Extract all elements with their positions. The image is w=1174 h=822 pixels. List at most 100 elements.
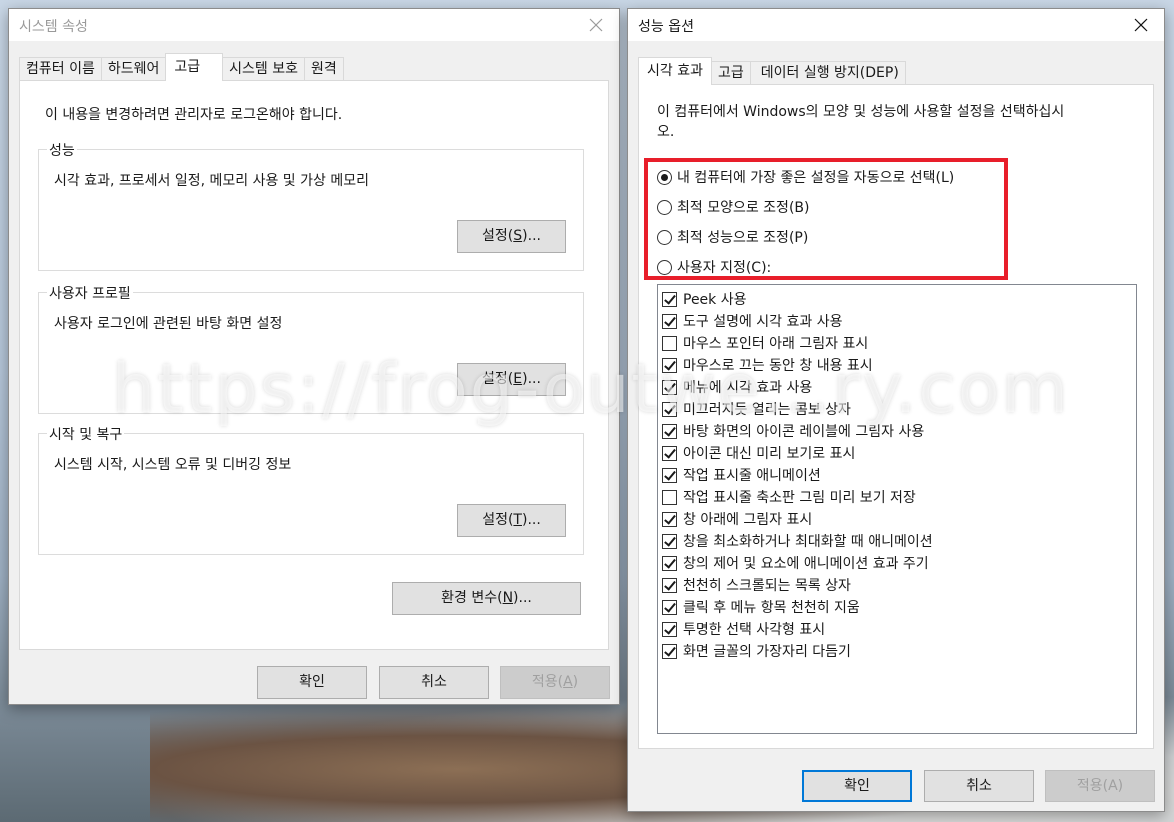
description-text: 이 컴퓨터에서 Windows의 모양 및 성능에 사용할 설정을 선택하십시 …	[657, 102, 1064, 142]
startup-recovery-description: 시스템 시작, 시스템 오류 및 디버깅 정보	[54, 457, 292, 473]
effect-checkbox-row[interactable]: Peek 사용	[662, 289, 747, 309]
radio-best-appearance[interactable]: 최적 모양으로 조정(B)	[657, 197, 809, 217]
apply-button[interactable]: 적용(A)	[500, 666, 610, 699]
checkbox-label: 미끄러지듯 열리는 콤보 상자	[683, 402, 851, 418]
close-button[interactable]	[1118, 9, 1164, 41]
checkbox[interactable]	[662, 511, 677, 527]
checkbox-label: 작업 표시줄 애니메이션	[683, 468, 821, 484]
checkbox-label: 마우스 포인터 아래 그림자 표시	[683, 336, 869, 352]
system-properties-window: 시스템 속성 컴퓨터 이름 하드웨어 고급 시스템 보호 원격 이 내용을 변경…	[8, 8, 620, 705]
checkbox[interactable]	[662, 621, 677, 637]
effect-checkbox-row[interactable]: 미끄러지듯 열리는 콤보 상자	[662, 399, 851, 419]
user-profiles-settings-button[interactable]: 설정(E)...	[457, 363, 566, 396]
checkbox-label: 화면 글꼴의 가장자리 다듬기	[683, 644, 851, 660]
checkbox[interactable]	[662, 489, 677, 505]
visual-effects-list[interactable]: Peek 사용도구 설명에 시각 효과 사용마우스 포인터 아래 그림자 표시마…	[657, 284, 1137, 734]
window-title: 시스템 속성	[19, 19, 88, 35]
checkbox-label: 메뉴에 시각 효과 사용	[683, 380, 813, 396]
user-profiles-group-title: 사용자 프로필	[47, 283, 133, 303]
effect-checkbox-row[interactable]: 메뉴에 시각 효과 사용	[662, 377, 812, 397]
effect-checkbox-row[interactable]: 마우스로 끄는 동안 창 내용 표시	[662, 355, 873, 375]
checkbox[interactable]	[662, 335, 677, 351]
checkbox-label: Peek 사용	[683, 292, 747, 308]
checkbox-label: 천천히 스크롤되는 목록 상자	[683, 578, 851, 594]
tab-advanced[interactable]: 고급	[710, 61, 751, 85]
checkbox[interactable]	[662, 401, 677, 417]
effect-checkbox-row[interactable]: 투명한 선택 사각형 표시	[662, 619, 825, 639]
radio-custom[interactable]: 사용자 지정(C):	[657, 257, 771, 277]
checkbox[interactable]	[662, 379, 677, 395]
description-line-1: 이 컴퓨터에서 Windows의 모양 및 성능에 사용할 설정을 선택하십시	[657, 104, 1065, 120]
tab-remote[interactable]: 원격	[304, 57, 344, 81]
tab-dep[interactable]: 데이터 실행 방지(DEP)	[749, 61, 906, 85]
checkbox-label: 아이콘 대신 미리 보기로 표시	[683, 446, 856, 462]
effect-checkbox-row[interactable]: 창 아래에 그림자 표시	[662, 509, 812, 529]
radio-indicator	[657, 259, 672, 275]
checkbox[interactable]	[662, 599, 677, 615]
performance-group-title: 성능	[47, 140, 77, 160]
ok-button[interactable]: 확인	[802, 770, 912, 802]
checkbox[interactable]	[662, 291, 677, 307]
checkbox[interactable]	[662, 555, 677, 571]
title-bar[interactable]: 시스템 속성	[9, 9, 619, 41]
performance-description: 시각 효과, 프로세서 일정, 메모리 사용 및 가상 메모리	[54, 173, 369, 189]
close-button[interactable]	[573, 9, 619, 41]
effect-checkbox-row[interactable]: 천천히 스크롤되는 목록 상자	[662, 575, 851, 595]
checkbox-label: 도구 설명에 시각 효과 사용	[683, 314, 843, 330]
ok-button[interactable]: 확인	[257, 666, 367, 699]
user-profiles-group: 사용자 프로필 사용자 로그인에 관련된 바탕 화면 설정 설정(E)...	[38, 283, 584, 414]
radio-label: 사용자 지정(C):	[677, 260, 772, 276]
checkbox[interactable]	[662, 445, 677, 461]
checkbox[interactable]	[662, 313, 677, 329]
effect-checkbox-row[interactable]: 도구 설명에 시각 효과 사용	[662, 311, 842, 331]
tab-visual-effects[interactable]: 시각 효과	[638, 57, 712, 85]
effect-checkbox-row[interactable]: 작업 표시줄 축소판 그림 미리 보기 저장	[662, 487, 916, 507]
startup-recovery-group-title: 시작 및 복구	[47, 424, 125, 444]
close-icon	[589, 18, 603, 32]
radio-auto-best[interactable]: 내 컴퓨터에 가장 좋은 설정을 자동으로 선택(L)	[657, 167, 954, 187]
radio-best-performance[interactable]: 최적 성능으로 조정(P)	[657, 227, 808, 247]
checkbox[interactable]	[662, 643, 677, 659]
checkbox-label: 창의 제어 및 요소에 애니메이션 효과 주기	[683, 556, 929, 572]
close-icon	[1134, 18, 1148, 32]
tab-system-protection[interactable]: 시스템 보호	[222, 57, 306, 81]
checkbox-label: 바탕 화면의 아이콘 레이블에 그림자 사용	[683, 424, 925, 440]
checkbox[interactable]	[662, 467, 677, 483]
environment-variables-button[interactable]: 환경 변수(N)...	[392, 582, 581, 615]
tab-strip: 컴퓨터 이름 하드웨어 고급 시스템 보호 원격	[19, 53, 344, 81]
effect-checkbox-row[interactable]: 창의 제어 및 요소에 애니메이션 효과 주기	[662, 553, 929, 573]
effect-checkbox-row[interactable]: 클릭 후 메뉴 항목 천천히 지움	[662, 597, 860, 617]
title-bar[interactable]: 성능 옵션	[628, 9, 1164, 41]
checkbox[interactable]	[662, 577, 677, 593]
checkbox-label: 투명한 선택 사각형 표시	[683, 622, 826, 638]
checkbox-label: 클릭 후 메뉴 항목 천천히 지움	[683, 600, 860, 616]
checkbox[interactable]	[662, 423, 677, 439]
cancel-button[interactable]: 취소	[924, 770, 1034, 802]
user-profiles-description: 사용자 로그인에 관련된 바탕 화면 설정	[54, 316, 283, 332]
performance-settings-button[interactable]: 설정(S)...	[457, 220, 566, 253]
radio-label: 내 컴퓨터에 가장 좋은 설정을 자동으로 선택(L)	[677, 170, 955, 186]
tab-computer-name[interactable]: 컴퓨터 이름	[19, 57, 102, 81]
description-line-2: 오.	[657, 124, 675, 140]
checkbox-label: 마우스로 끄는 동안 창 내용 표시	[683, 358, 873, 374]
checkbox-label: 창 아래에 그림자 표시	[683, 512, 813, 528]
performance-group: 성능 시각 효과, 프로세서 일정, 메모리 사용 및 가상 메모리 설정(S)…	[38, 140, 584, 271]
effect-checkbox-row[interactable]: 아이콘 대신 미리 보기로 표시	[662, 443, 855, 463]
window-title: 성능 옵션	[638, 19, 694, 35]
startup-recovery-settings-button[interactable]: 설정(T)...	[457, 504, 566, 537]
checkbox[interactable]	[662, 357, 677, 373]
checkbox-label: 작업 표시줄 축소판 그림 미리 보기 저장	[683, 490, 916, 506]
effect-checkbox-row[interactable]: 바탕 화면의 아이콘 레이블에 그림자 사용	[662, 421, 924, 441]
checkbox[interactable]	[662, 533, 677, 549]
effect-checkbox-row[interactable]: 마우스 포인터 아래 그림자 표시	[662, 333, 868, 353]
tab-strip: 시각 효과 고급 데이터 실행 방지(DEP)	[638, 57, 906, 85]
tab-advanced[interactable]: 고급	[165, 53, 224, 81]
cancel-button[interactable]: 취소	[379, 666, 489, 699]
tab-hardware[interactable]: 하드웨어	[100, 57, 167, 81]
radio-selected-indicator	[657, 169, 672, 185]
effect-checkbox-row[interactable]: 창을 최소화하거나 최대화할 때 애니메이션	[662, 531, 933, 551]
effect-checkbox-row[interactable]: 화면 글꼴의 가장자리 다듬기	[662, 641, 851, 661]
effect-checkbox-row[interactable]: 작업 표시줄 애니메이션	[662, 465, 821, 485]
apply-button[interactable]: 적용(A)	[1045, 770, 1155, 802]
radio-label: 최적 모양으로 조정(B)	[677, 200, 810, 216]
